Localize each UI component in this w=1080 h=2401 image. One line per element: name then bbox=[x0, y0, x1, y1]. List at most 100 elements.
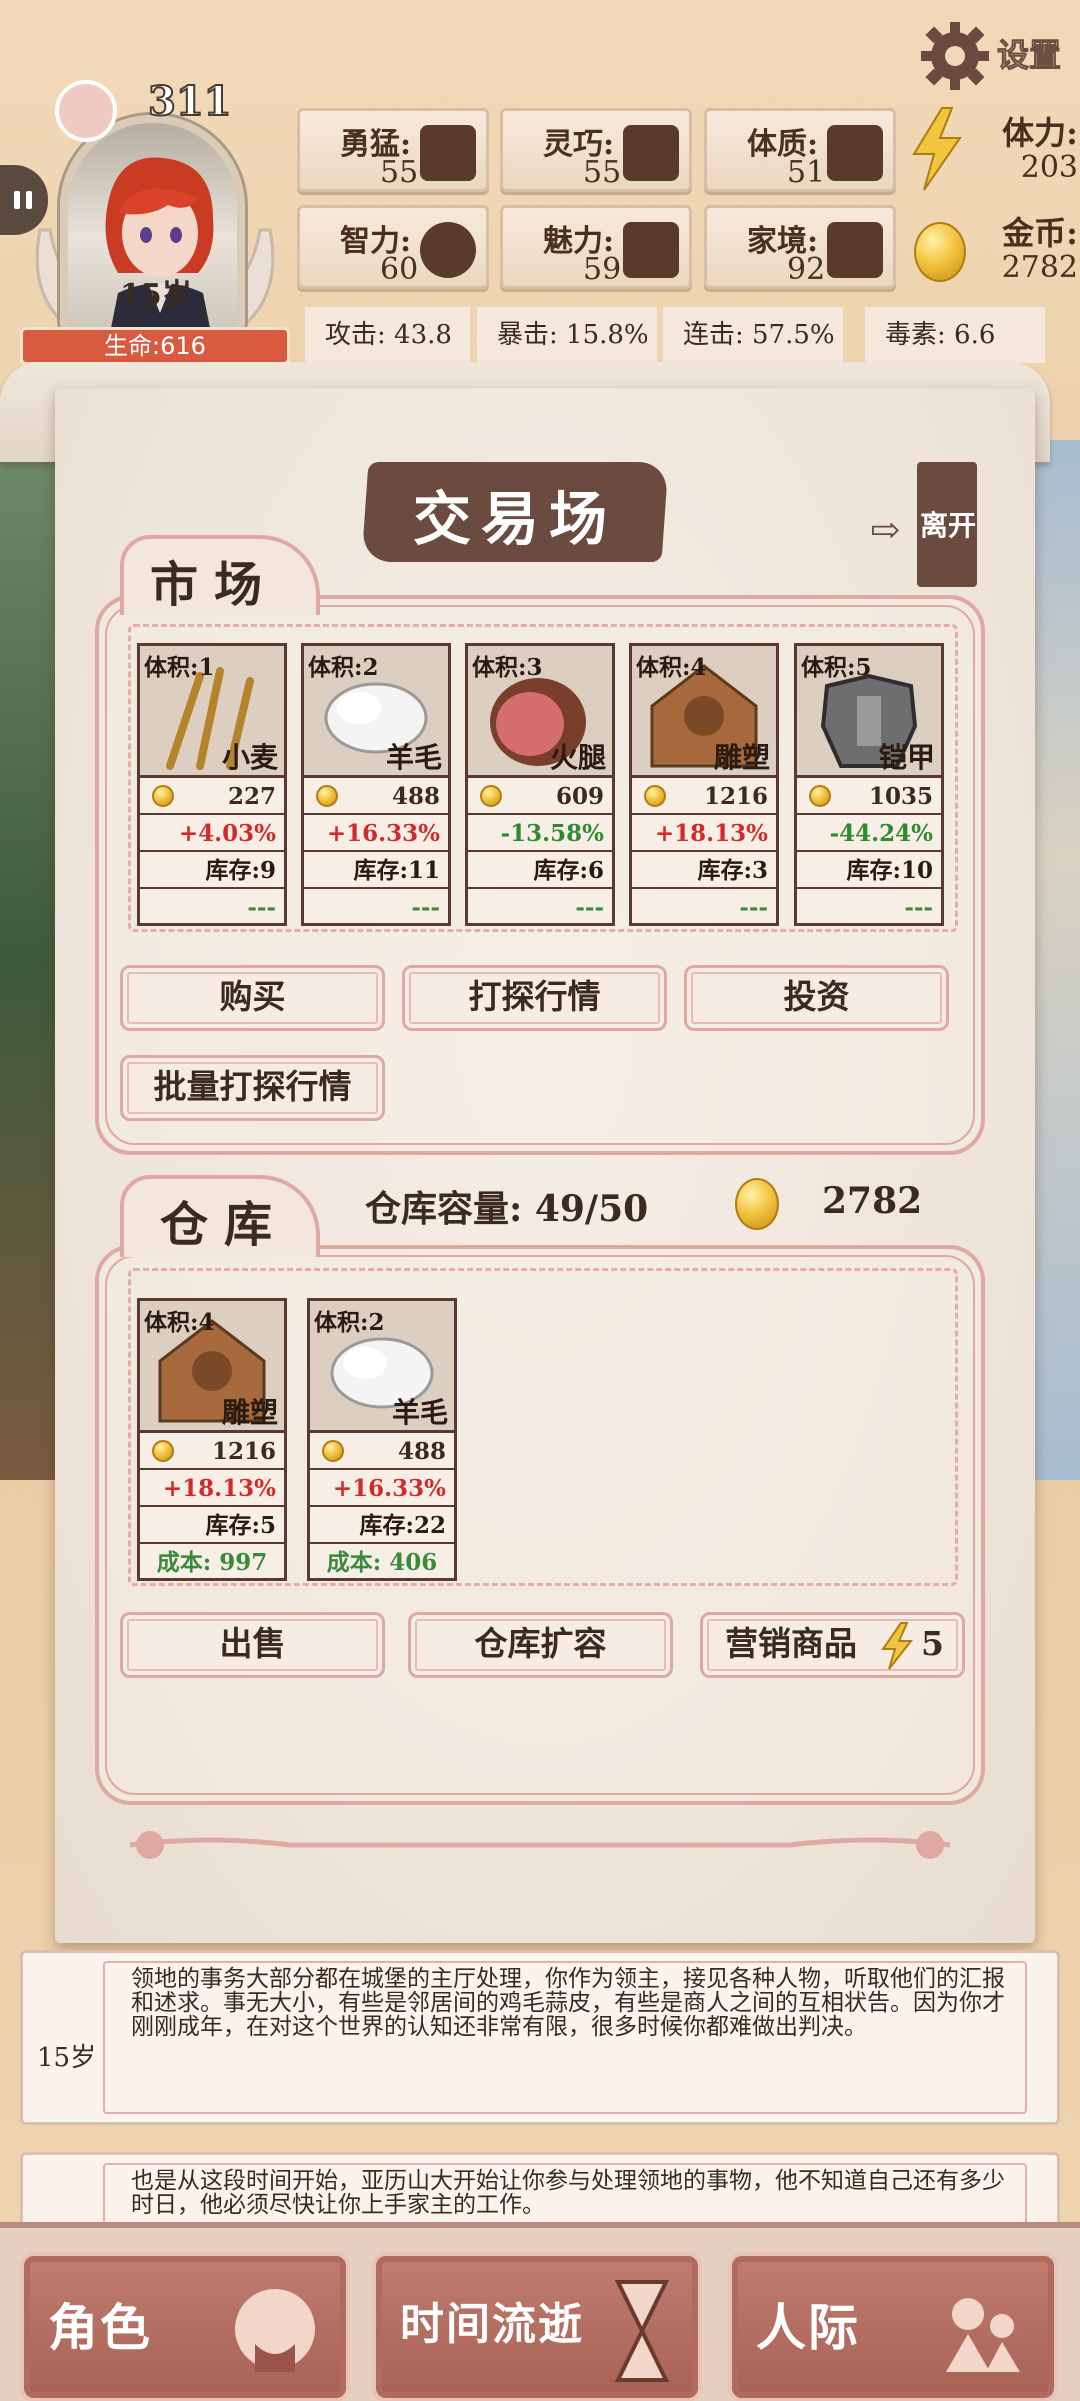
coin-icon bbox=[809, 785, 831, 807]
nav-label: 人际 bbox=[756, 2298, 860, 2357]
hp-bar: 生命:616 bbox=[20, 327, 290, 365]
item-volume: 体积:4 bbox=[144, 1309, 215, 1336]
stat-intelligence[interactable]: 智力: 60 bbox=[297, 205, 489, 289]
exit-button[interactable]: ⇨ 离开 bbox=[862, 462, 987, 587]
nav-label: 时间流逝 bbox=[400, 2299, 584, 2350]
arm-muscle-icon bbox=[827, 125, 883, 181]
gold-value: 2782 bbox=[1001, 250, 1078, 285]
ribbon-ornament bbox=[129, 1831, 951, 1859]
coin-icon bbox=[644, 785, 666, 807]
item-cost: 成本: 997 bbox=[156, 1549, 268, 1576]
settings-button[interactable]: 设置 bbox=[915, 20, 1075, 90]
item-stock: 库存:22 bbox=[310, 1507, 454, 1544]
market-goods-label: 营销商品 bbox=[725, 1624, 857, 1663]
coin-icon bbox=[316, 785, 338, 807]
market-item-ham[interactable]: 体积:3 火腿 609 -13.58% 库存:6 --- bbox=[465, 643, 615, 926]
brain-icon bbox=[420, 222, 476, 278]
flower-icon bbox=[623, 222, 679, 278]
item-change: +16.33% bbox=[304, 815, 448, 852]
level-number: 311 bbox=[147, 77, 232, 126]
log-text: 领地的事务大部分都在城堡的主厅处理，你作为领主，接见各种人物，听取他们的汇报和述… bbox=[131, 1966, 1005, 2040]
coin-icon bbox=[480, 785, 502, 807]
item-volume: 体积:1 bbox=[144, 654, 215, 681]
item-volume: 体积:2 bbox=[314, 1309, 385, 1336]
stat-family[interactable]: 家境: 92 bbox=[704, 205, 896, 289]
item-cost: --- bbox=[575, 894, 604, 921]
character-portrait[interactable]: 311 15岁 bbox=[20, 60, 290, 360]
log-age: 15岁 bbox=[37, 2043, 97, 2073]
stat-agility[interactable]: 灵巧: 55 bbox=[500, 108, 692, 192]
lightning-icon bbox=[881, 1622, 914, 1670]
stat-value: 55 bbox=[380, 155, 419, 190]
item-cost: --- bbox=[739, 894, 768, 921]
log-text: 也是从这段时间开始，亚历山大开始让你参与处理领地的事物，他不知道自己还有多少时日… bbox=[131, 2168, 1005, 2218]
item-price: 1035 bbox=[797, 778, 941, 815]
stat-value: 60 bbox=[380, 252, 419, 287]
item-name: 铠甲 bbox=[878, 741, 935, 774]
coin-icon bbox=[152, 785, 174, 807]
item-change: +16.33% bbox=[310, 1470, 454, 1507]
item-name: 小麦 bbox=[221, 741, 278, 774]
warehouse-item-wool[interactable]: 体积:2 羊毛 488 +16.33% 库存:22 成本: 406 bbox=[307, 1298, 457, 1581]
invest-button[interactable]: 投资 bbox=[684, 965, 949, 1031]
market-goods-button[interactable]: 营销商品 5 bbox=[700, 1612, 965, 1678]
cloak-icon bbox=[623, 125, 679, 181]
item-cost: --- bbox=[411, 894, 440, 921]
gold-display: 金币: 2782 bbox=[908, 204, 1078, 294]
stamina-display: 体力: 203 bbox=[908, 104, 1078, 194]
arrow-right-icon: ⇨ bbox=[870, 510, 901, 551]
coin-icon bbox=[914, 222, 966, 282]
combat-attack: 攻击: 43.8 bbox=[305, 307, 470, 363]
gear-icon bbox=[921, 22, 989, 90]
expand-warehouse-button[interactable]: 仓库扩容 bbox=[408, 1612, 673, 1678]
stat-value: 51 bbox=[787, 155, 826, 190]
item-stock: 库存:6 bbox=[468, 852, 612, 889]
nav-time-pass[interactable]: 时间流逝 bbox=[372, 2252, 702, 2401]
nav-label: 角色 bbox=[48, 2298, 152, 2357]
item-cost: --- bbox=[247, 894, 276, 921]
stat-value: 59 bbox=[583, 252, 622, 287]
scout-button[interactable]: 打探行情 bbox=[402, 965, 667, 1031]
stat-value: 55 bbox=[583, 155, 622, 190]
market-item-sculpture[interactable]: 体积:4 雕塑 1216 +18.13% 库存:3 --- bbox=[629, 643, 779, 926]
market-goods-cost: 5 bbox=[921, 1624, 944, 1663]
item-cost: 成本: 406 bbox=[326, 1549, 438, 1576]
item-price: 227 bbox=[140, 778, 284, 815]
people-icon bbox=[946, 2298, 1020, 2372]
item-stock: 库存:3 bbox=[632, 852, 776, 889]
level-badge-icon bbox=[55, 80, 117, 142]
item-stock: 库存:5 bbox=[140, 1507, 284, 1544]
buy-button[interactable]: 购买 bbox=[120, 965, 385, 1031]
warehouse-capacity: 仓库容量: 49/50 bbox=[365, 1188, 649, 1230]
status-bar: 311 15岁 生命:616 设置 勇猛: 55 灵巧: 55 体质: 51 智… bbox=[0, 0, 1080, 380]
stat-constitution[interactable]: 体质: 51 bbox=[704, 108, 896, 192]
stamina-value: 203 bbox=[1020, 150, 1078, 185]
item-name: 雕塑 bbox=[221, 1396, 278, 1429]
nav-relations[interactable]: 人际 bbox=[728, 2252, 1058, 2401]
sell-button[interactable]: 出售 bbox=[120, 1612, 385, 1678]
gold-label: 金币: bbox=[1002, 214, 1078, 252]
batch-scout-button[interactable]: 批量打探行情 bbox=[120, 1055, 385, 1121]
market-item-armor[interactable]: 体积:5 铠甲 1035 -44.24% 库存:10 --- bbox=[794, 643, 944, 926]
coin-icon bbox=[735, 1178, 779, 1230]
item-change: -13.58% bbox=[468, 815, 612, 852]
item-stock: 库存:11 bbox=[304, 852, 448, 889]
item-name: 火腿 bbox=[549, 741, 606, 774]
item-price: 609 bbox=[468, 778, 612, 815]
item-volume: 体积:3 bbox=[472, 654, 543, 681]
age-label: 15岁 bbox=[120, 278, 192, 313]
market-item-wool[interactable]: 体积:2 羊毛 488 +16.33% 库存:11 --- bbox=[301, 643, 451, 926]
nav-character[interactable]: 角色 bbox=[20, 2252, 350, 2401]
market-item-wheat[interactable]: 体积:1 小麦 227 +4.03% 库存:9 --- bbox=[137, 643, 287, 926]
log-entry: 15岁 领地的事务大部分都在城堡的主厅处理，你作为领主，接见各种人物，听取他们的… bbox=[20, 1950, 1060, 2125]
market-title: 市场 bbox=[150, 557, 279, 613]
item-cost: --- bbox=[904, 894, 933, 921]
coin-icon bbox=[322, 1440, 344, 1462]
combat-poison: 毒素: 6.6 bbox=[865, 307, 1045, 363]
stat-bravery[interactable]: 勇猛: 55 bbox=[297, 108, 489, 192]
warehouse-item-sculpture[interactable]: 体积:4 雕塑 1216 +18.13% 库存:5 成本: 997 bbox=[137, 1298, 287, 1581]
warehouse-gold: 2782 bbox=[822, 1180, 923, 1222]
stat-charm[interactable]: 魅力: 59 bbox=[500, 205, 692, 289]
stamina-label: 体力: bbox=[1002, 114, 1078, 152]
bottom-nav: 角色 时间流逝 人际 bbox=[0, 2222, 1080, 2401]
